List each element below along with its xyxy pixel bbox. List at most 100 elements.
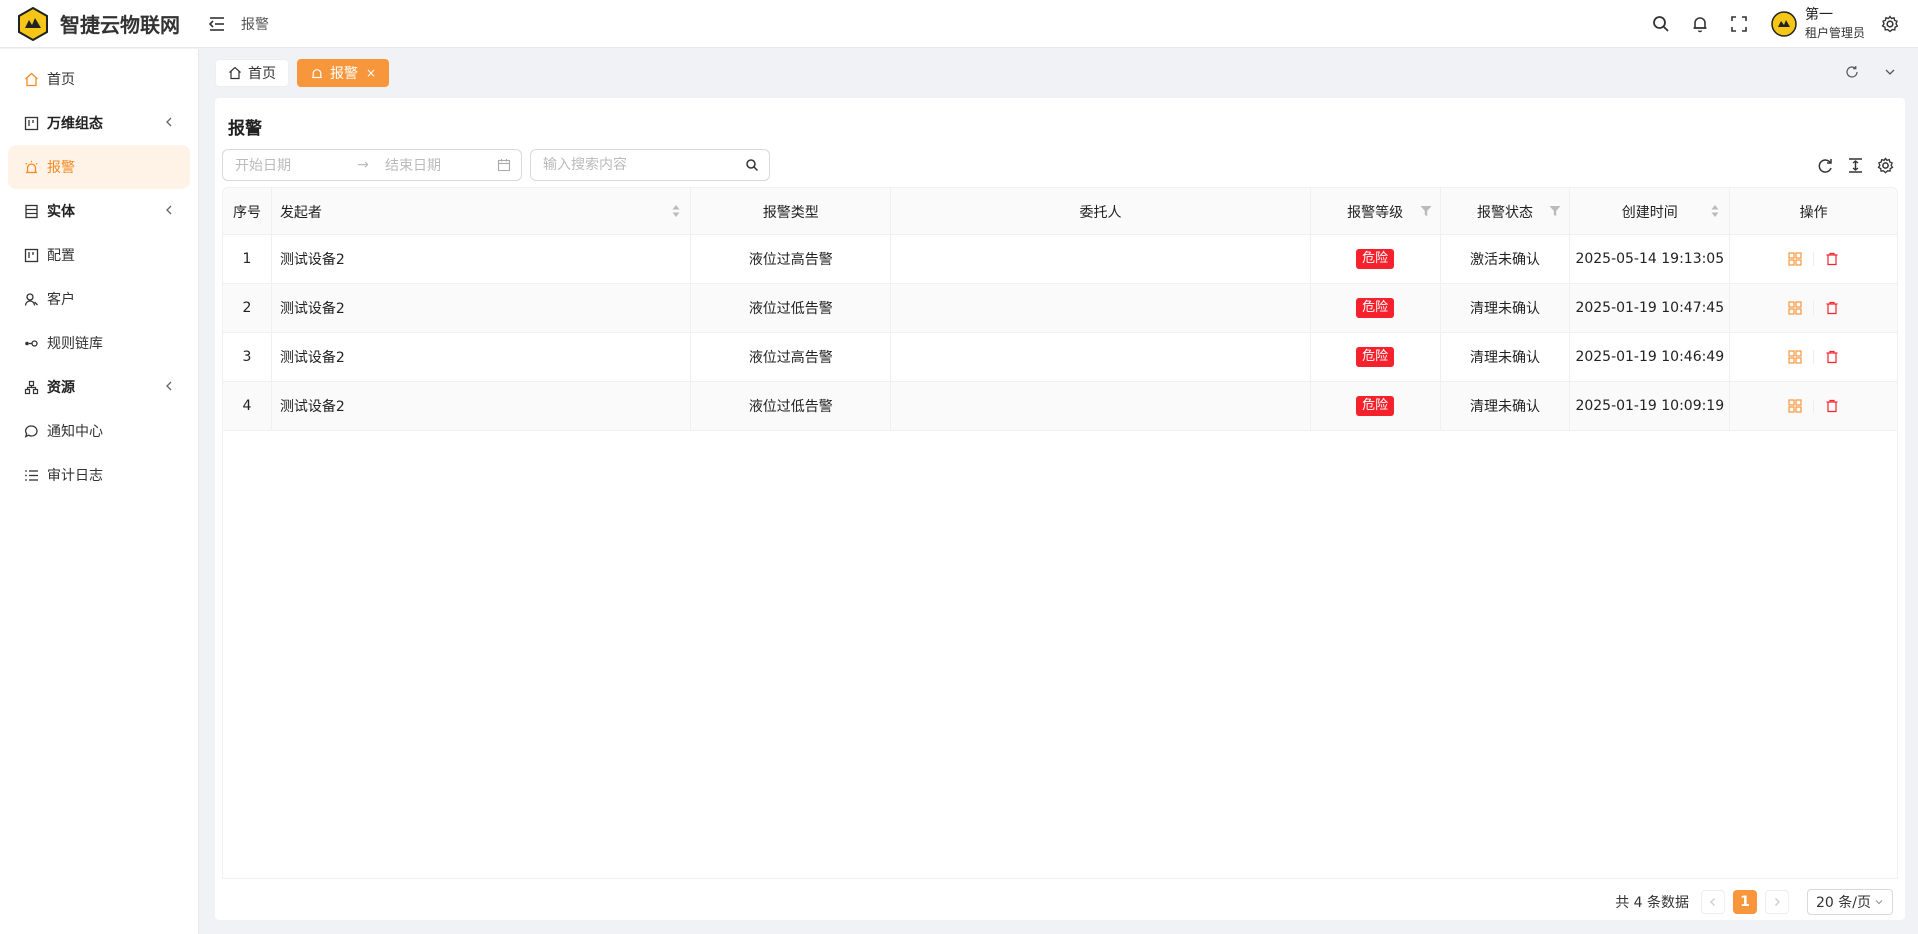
date-range-arrow: →	[357, 157, 369, 173]
sidebar-item-customer[interactable]: 客户	[8, 277, 190, 321]
sidebar: 首页 万维组态 报警 实体 配置 客户 规则链库 资源 通知中心 审计日志	[0, 49, 199, 934]
details-icon[interactable]	[1787, 398, 1803, 414]
column-header-created[interactable]: 创建时间	[1570, 188, 1731, 235]
details-icon[interactable]	[1787, 251, 1803, 267]
table-row[interactable]: 3 测试设备2 液位过高告警 危险 清理未确认 2025-01-19 10:46…	[223, 333, 1897, 382]
search-input[interactable]	[531, 151, 731, 179]
column-settings-icon[interactable]	[1875, 155, 1895, 175]
delete-icon[interactable]	[1824, 251, 1840, 267]
alarm-table: 序号 发起者 报警类型 委托人 报警等级 报警状态 创建时间 操作 1 测试设备…	[222, 187, 1898, 879]
menu-fold-icon[interactable]	[207, 14, 227, 34]
column-height-icon[interactable]	[1845, 155, 1865, 175]
cell-originator: 测试设备2	[272, 382, 692, 430]
audit-log-icon	[23, 467, 39, 483]
cell-severity: 危险	[1311, 333, 1441, 381]
table-row[interactable]: 1 测试设备2 液位过高告警 危险 激活未确认 2025-05-14 19:13…	[223, 235, 1897, 284]
entity-icon	[23, 203, 39, 219]
dashboard-icon	[23, 115, 39, 131]
date-range-picker[interactable]: 开始日期 → 结束日期	[222, 149, 522, 181]
notification-icon	[23, 423, 39, 439]
cell-originator: 测试设备2	[272, 333, 692, 381]
chevron-down-icon[interactable]	[1880, 62, 1900, 82]
fullscreen-icon[interactable]	[1728, 13, 1750, 35]
alarm-icon	[23, 159, 39, 175]
brand: 智捷云物联网	[0, 0, 199, 48]
sidebar-item-label: 审计日志	[47, 468, 103, 484]
table-toolbar	[1805, 155, 1895, 175]
user-name: 第一	[1804, 7, 1833, 23]
cell-assignee	[891, 284, 1311, 332]
cell-actions	[1730, 333, 1897, 381]
sidebar-item-home[interactable]: 首页	[8, 57, 190, 101]
cell-assignee	[891, 382, 1311, 430]
delete-icon[interactable]	[1824, 398, 1840, 414]
sidebar-item-resource[interactable]: 资源	[8, 365, 190, 409]
filter-icon[interactable]	[1420, 205, 1432, 217]
details-icon[interactable]	[1787, 300, 1803, 316]
cell-index: 4	[223, 382, 272, 430]
config-icon	[23, 247, 39, 263]
sidebar-item-notification[interactable]: 通知中心	[8, 409, 190, 453]
column-header-label: 委托人	[1079, 204, 1122, 221]
cell-status: 清理未确认	[1441, 382, 1571, 430]
sidebar-item-label: 配置	[47, 248, 75, 264]
end-date-input[interactable]: 结束日期	[373, 155, 483, 175]
breadcrumb: 报警	[241, 16, 269, 33]
tab-alarm[interactable]: 报警 ×	[297, 59, 390, 87]
next-page-button[interactable]	[1765, 890, 1789, 914]
search-icon[interactable]	[1650, 13, 1672, 35]
row-actions	[1787, 300, 1840, 316]
cell-actions	[1730, 382, 1897, 430]
home-icon	[23, 71, 39, 87]
severity-badge: 危险	[1356, 396, 1395, 416]
table-row[interactable]: 4 测试设备2 液位过低告警 危险 清理未确认 2025-01-19 10:09…	[223, 382, 1897, 431]
start-date-input[interactable]: 开始日期	[223, 155, 353, 175]
sort-icon[interactable]	[1711, 204, 1719, 218]
column-header-status: 报警状态	[1441, 188, 1571, 235]
cell-index: 3	[223, 333, 272, 381]
sidebar-item-entity[interactable]: 实体	[8, 189, 190, 233]
cell-type: 液位过低告警	[691, 284, 892, 332]
sidebar-item-config[interactable]: 配置	[8, 233, 190, 277]
row-actions	[1787, 251, 1840, 267]
filter-icon[interactable]	[1549, 205, 1561, 217]
delete-icon[interactable]	[1824, 349, 1840, 365]
tab-close-icon[interactable]: ×	[366, 66, 376, 80]
sidebar-item-audit-log[interactable]: 审计日志	[8, 453, 190, 497]
severity-badge: 危险	[1356, 298, 1395, 318]
user-role: 租户管理员	[1804, 26, 1865, 40]
details-icon[interactable]	[1787, 349, 1803, 365]
cell-type: 液位过高告警	[691, 235, 892, 283]
sidebar-item-scada[interactable]: 万维组态	[8, 101, 190, 145]
cell-actions	[1730, 284, 1897, 332]
prev-page-button[interactable]	[1701, 890, 1725, 914]
page-tabs: 首页 报警 ×	[215, 59, 397, 87]
tab-home[interactable]: 首页	[215, 59, 289, 87]
brand-name: 智捷云物联网	[60, 13, 180, 37]
cell-created: 2025-01-19 10:46:49	[1570, 333, 1731, 381]
sidebar-item-alarm[interactable]: 报警	[8, 145, 190, 189]
refresh-tab-icon[interactable]	[1842, 62, 1862, 82]
sort-icon[interactable]	[672, 204, 680, 218]
sidebar-item-rule-chain[interactable]: 规则链库	[8, 321, 190, 365]
table-row[interactable]: 2 测试设备2 液位过低告警 危险 清理未确认 2025-01-19 10:47…	[223, 284, 1897, 333]
cell-severity: 危险	[1311, 235, 1441, 283]
column-header-label: 发起者	[279, 204, 322, 221]
reload-icon[interactable]	[1815, 155, 1835, 175]
cell-created: 2025-05-14 19:13:05	[1570, 235, 1731, 283]
page-size-select[interactable]: 20 条/页	[1807, 889, 1893, 915]
delete-icon[interactable]	[1824, 300, 1840, 316]
settings-gear-icon[interactable]	[1879, 13, 1901, 35]
bell-icon[interactable]	[1689, 13, 1711, 35]
column-header-originator[interactable]: 发起者	[272, 188, 692, 235]
column-header-actions: 操作	[1730, 188, 1897, 235]
search-icon[interactable]	[745, 158, 759, 172]
action-divider	[1813, 350, 1815, 364]
column-header-label: 序号	[232, 204, 261, 221]
user-menu[interactable]: 第一 租户管理员	[1771, 6, 1865, 42]
column-header-label: 报警状态	[1476, 204, 1533, 221]
customer-icon	[23, 291, 39, 307]
action-divider	[1813, 301, 1815, 315]
page-number-button[interactable]: 1	[1733, 890, 1757, 914]
column-header-label: 操作	[1799, 204, 1828, 221]
